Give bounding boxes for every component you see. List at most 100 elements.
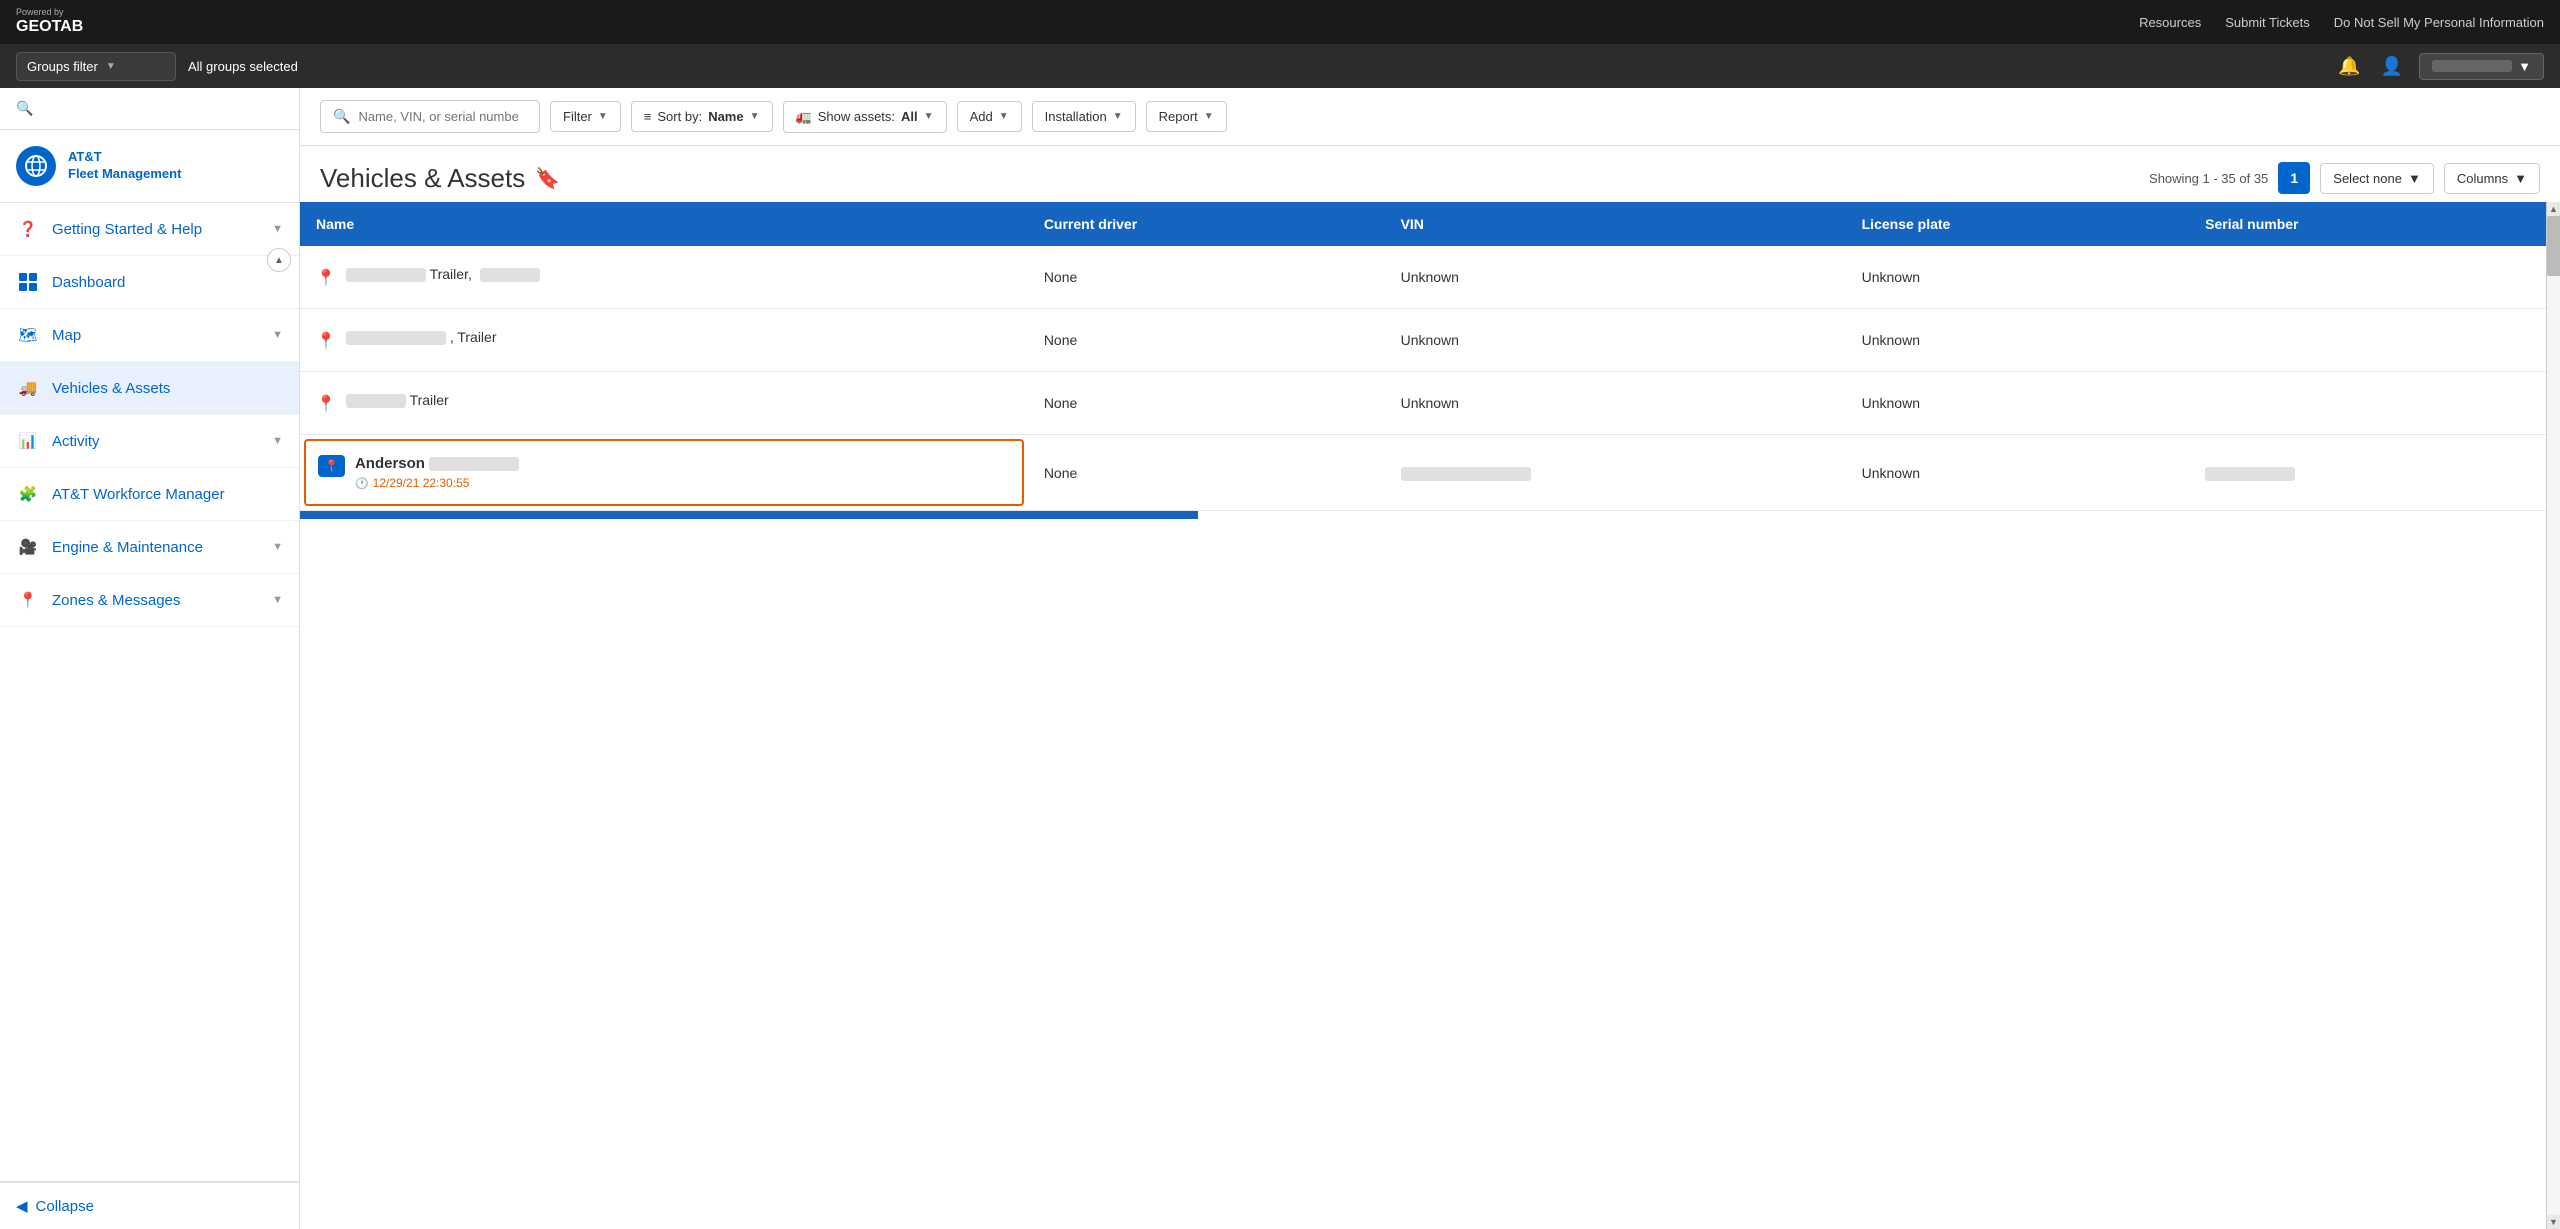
col-name: Name [300,202,1028,246]
scroll-thumb[interactable] [2547,216,2560,276]
scroll-up-button[interactable]: ▲ [2547,202,2560,216]
chevron-down-icon: ▼ [272,329,283,341]
report-button[interactable]: Report ▼ [1146,101,1227,132]
page-number-button[interactable]: 1 [2278,162,2310,194]
installation-button[interactable]: Installation ▼ [1032,101,1136,132]
col-serial: Serial number [2189,202,2546,246]
license-cell: Unknown [1846,372,2190,435]
page-header: Vehicles & Assets 🔖 Showing 1 - 35 of 35… [300,146,2560,202]
vehicle-name-suffix: Trailer, [430,266,472,282]
chevron-down-icon: ▼ [272,594,283,606]
show-assets-label: Show assets: [818,109,895,124]
show-assets-button[interactable]: 🚛 Show assets: All ▼ [783,101,947,133]
page-title-text: Vehicles & Assets [320,163,525,194]
select-none-button[interactable]: Select none ▼ [2320,163,2434,194]
sidebar-item-zones-messages[interactable]: 📍 Zones & Messages ▼ [0,574,299,627]
table-scroll[interactable]: Name Current driver VIN License plate Se… [300,202,2546,1229]
search-box[interactable]: 🔍 [320,100,540,133]
select-none-chevron: ▼ [2408,171,2421,186]
table-row[interactable]: 📍 , Trailer None Unknown Unknown [300,309,2546,372]
anderson-name: Anderson [355,455,519,472]
groups-filter-chevron: ▼ [106,61,116,72]
sidebar-item-label: Activity [52,433,100,450]
license-cell: Unknown [1846,246,2190,309]
license-cell: Unknown [1846,309,2190,372]
vehicle-name-cell: 📍 Trailer, [300,246,1028,309]
driver-cell-anderson: None [1028,435,1385,511]
filter-chevron: ▼ [598,111,608,122]
sidebar-item-label: Engine & Maintenance [52,539,203,556]
sidebar-collapse-section: ◀ Collapse [0,1181,299,1229]
top-navigation: Powered by GEOTAB Resources Submit Ticke… [0,0,2560,44]
columns-label: Columns [2457,171,2508,186]
att-logo-icon [16,146,56,186]
do-not-sell-link[interactable]: Do Not Sell My Personal Information [2334,15,2544,30]
pin-icon: 📍 [316,268,336,288]
sidebar-item-vehicles-assets[interactable]: 🚚 Vehicles & Assets [0,362,299,415]
bottom-selection-bar [300,511,1198,519]
table-wrapper: Name Current driver VIN License plate Se… [300,202,2560,1229]
groups-filter-bar: Groups filter ▼ All groups selected 🔔 👤 … [0,44,2560,88]
sidebar-scroll-up[interactable]: ▲ [267,248,291,272]
chevron-down-icon: ▼ [272,435,283,447]
workforce-icon: 🧩 [16,482,40,506]
showing-text: Showing 1 - 35 of 35 [2149,171,2268,186]
filter-button[interactable]: Filter ▼ [550,101,621,132]
user-profile-button[interactable]: 👤 [2377,52,2407,81]
collapse-button[interactable]: ◀ Collapse [0,1182,299,1229]
report-chevron: ▼ [1204,111,1214,122]
scroll-down-button[interactable]: ▼ [2547,1215,2560,1229]
notifications-button[interactable]: 🔔 [2334,52,2364,81]
collapse-label: Collapse [36,1198,94,1215]
columns-chevron: ▼ [2514,171,2527,186]
sidebar-item-activity[interactable]: 📊 Activity ▼ [0,415,299,468]
filter-label: Filter [563,109,592,124]
sidebar-item-getting-started[interactable]: ❓ Getting Started & Help ▼ [0,203,299,256]
vin-cell-anderson [1385,435,1846,511]
toolbar: 🔍 Filter ▼ ≡ Sort by: Name ▼ 🚛 Show asse… [300,88,2560,146]
geotab-logo: GEOTAB [16,17,116,35]
table-row[interactable]: 📍 Trailer None Unknown Unknown [300,372,2546,435]
table-row-anderson[interactable]: 📍 Anderson 🕐 12/29/21 22:30:55 [300,435,2546,511]
columns-button[interactable]: Columns ▼ [2444,163,2540,194]
sidebar-item-label: Dashboard [52,274,125,291]
redacted-name [346,394,406,408]
sidebar-search-inner: 🔍 [16,100,283,117]
top-nav-links: Resources Submit Tickets Do Not Sell My … [2139,15,2544,30]
add-label: Add [970,109,993,124]
show-assets-chevron: ▼ [924,111,934,122]
collapse-icon: ◀ [16,1197,28,1215]
user-account-button[interactable]: ▼ [2419,53,2544,80]
redacted-name [346,268,426,282]
sidebar-item-label: Getting Started & Help [52,221,202,238]
add-button[interactable]: Add ▼ [957,101,1022,132]
driver-cell: None [1028,246,1385,309]
add-chevron: ▼ [999,111,1009,122]
submit-tickets-link[interactable]: Submit Tickets [2225,15,2310,30]
sidebar-item-map[interactable]: 🗺 Map ▼ [0,309,299,362]
sort-button[interactable]: ≡ Sort by: Name ▼ [631,101,773,132]
search-input[interactable] [358,109,518,124]
vertical-scrollbar[interactable]: ▲ ▼ [2546,202,2560,1229]
resources-link[interactable]: Resources [2139,15,2201,30]
top-right-actions: 🔔 👤 ▼ [2334,52,2544,81]
groups-filter-button[interactable]: Groups filter ▼ [16,52,176,81]
bookmark-icon: 🔖 [535,166,560,191]
sidebar-item-dashboard[interactable]: Dashboard [0,256,299,309]
help-icon: ❓ [16,217,40,241]
serial-cell [2189,309,2546,372]
vehicles-table: Name Current driver VIN License plate Se… [300,202,2546,511]
sidebar-search-section: 🔍 [0,88,299,130]
sidebar-item-att-workforce[interactable]: 🧩 AT&T Workforce Manager [0,468,299,521]
select-none-label: Select none [2333,171,2402,186]
driver-cell: None [1028,372,1385,435]
pin-icon: 📍 [316,394,336,414]
dashboard-icon [16,270,40,294]
scroll-track [2547,216,2560,1215]
table-row[interactable]: 📍 Trailer, None Unknown [300,246,2546,309]
location-blue-icon: 📍 [318,455,345,477]
sidebar-item-engine-maintenance[interactable]: 🎥 Engine & Maintenance ▼ [0,521,299,574]
sort-value: Name [708,109,743,124]
anderson-timestamp: 12/29/21 22:30:55 [373,476,470,490]
groups-filter-label: Groups filter [27,59,98,74]
